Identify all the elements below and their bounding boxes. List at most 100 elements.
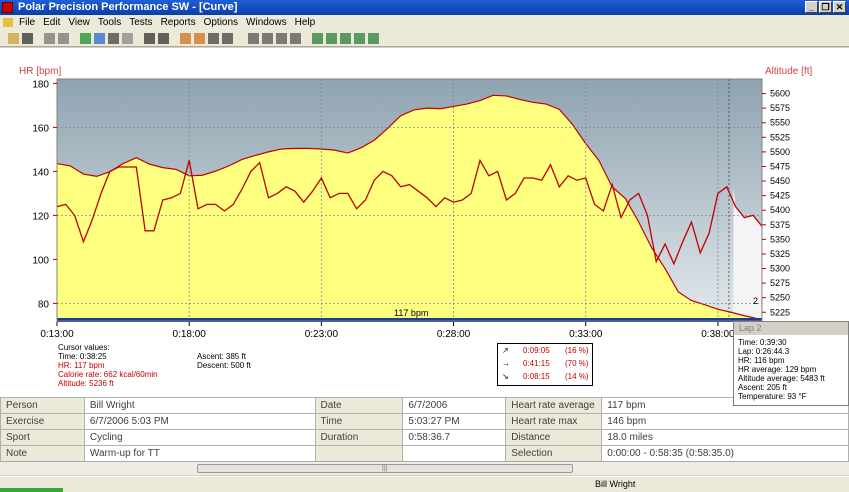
- close-button[interactable]: ✕: [833, 1, 846, 13]
- info-value: Cycling: [83, 429, 316, 446]
- menu-windows[interactable]: Windows: [242, 15, 291, 30]
- y-right-tick-label: 5550: [770, 118, 790, 128]
- lap-time: Time: 0:39:30: [738, 338, 787, 347]
- toolbar: [0, 30, 849, 47]
- ascent-descent: Ascent: 385 ft Descent: 500 ft: [197, 343, 251, 370]
- info-value: 0:00:00 - 0:58:35 (0:58:35.0): [601, 445, 849, 462]
- y-right-tick-label: 5475: [770, 161, 790, 171]
- hx-icon[interactable]: [208, 33, 219, 44]
- document-icon[interactable]: [3, 18, 13, 27]
- zone-percent: (16 %): [565, 346, 589, 355]
- lap-marker-label: 2: [753, 296, 758, 306]
- lap-title: Lap 2: [734, 322, 848, 335]
- menu-tools[interactable]: Tools: [94, 15, 125, 30]
- menu-edit[interactable]: Edit: [39, 15, 64, 30]
- y-left-tick-label: 120: [32, 211, 49, 222]
- bar-icon[interactable]: [194, 33, 205, 44]
- chart1-icon[interactable]: [312, 33, 323, 44]
- filter-icon[interactable]: [290, 33, 301, 44]
- info-value: 18.0 miles: [601, 429, 849, 446]
- chart5-icon[interactable]: [368, 33, 379, 44]
- open-icon[interactable]: [8, 33, 19, 44]
- wand-icon[interactable]: [122, 33, 133, 44]
- exercise-icon[interactable]: [80, 33, 91, 44]
- status-user: Bill Wright: [595, 479, 636, 489]
- status-bar: Bill Wright: [0, 476, 849, 492]
- save-icon[interactable]: [22, 33, 33, 44]
- y-right-tick-label: 5575: [770, 103, 790, 113]
- cursor-calorie: Calorie rate: 662 kcal/60min: [58, 370, 158, 379]
- print-icon[interactable]: [44, 33, 55, 44]
- info-value: 6/7/2006: [402, 397, 507, 414]
- scrollbar-thumb[interactable]: |||: [197, 464, 573, 473]
- y-right-tick-label: 5300: [770, 264, 790, 274]
- menu-view[interactable]: View: [64, 15, 94, 30]
- app-window: Polar Precision Performance SW - [Curve]…: [0, 0, 849, 492]
- app-logo-icon: [2, 2, 13, 13]
- info-row: Exercise 6/7/2006 5:03 PM Time 5:03:27 PM He…: [0, 413, 849, 430]
- menu-help[interactable]: Help: [291, 15, 320, 30]
- cursor-descent: Descent: 500 ft: [197, 361, 251, 370]
- user-icon[interactable]: [108, 33, 119, 44]
- lap-hr: HR: 116 bpm: [738, 356, 785, 365]
- menu-options[interactable]: Options: [200, 15, 242, 30]
- y-left-tick-label: 180: [32, 79, 49, 90]
- maximize-button[interactable]: ❐: [819, 1, 832, 13]
- zone-time: 0:41:15: [523, 359, 550, 368]
- y-left-tick-label: 100: [32, 255, 49, 266]
- zoom-in-icon[interactable]: [262, 33, 273, 44]
- y-right-label: Altitude [ft]: [765, 66, 812, 77]
- info-label: Heart rate average: [505, 397, 603, 414]
- menu-tests[interactable]: Tests: [125, 15, 156, 30]
- zone-percent: (70 %): [565, 359, 589, 368]
- menu-file[interactable]: File: [15, 15, 39, 30]
- info-label: Date: [314, 397, 404, 414]
- info-value: Warm-up for TT: [83, 445, 316, 462]
- zoom-icon[interactable]: [248, 33, 259, 44]
- menu-bar: File Edit View Tools Tests Reports Options Wind…: [0, 15, 849, 41]
- grid-icon[interactable]: [158, 33, 169, 44]
- y-left-tick-label: 140: [32, 167, 49, 178]
- menu-reports[interactable]: Reports: [157, 15, 200, 30]
- window-icon[interactable]: [144, 33, 155, 44]
- globe-icon[interactable]: [94, 33, 105, 44]
- info-value: 0:58:36.7: [402, 429, 507, 446]
- y-right-tick-label: 5250: [770, 293, 790, 303]
- status-progress: [0, 488, 63, 492]
- baseline-label: 117 bpm: [394, 308, 428, 318]
- info-value: 6/7/2006 5:03 PM: [83, 413, 316, 430]
- y-left-tick-label: 80: [38, 299, 50, 310]
- info-label: Sport: [0, 429, 85, 446]
- chart3-icon[interactable]: [340, 33, 351, 44]
- cursor-time: Time: 0:38:25: [58, 352, 107, 361]
- info-label: Note: [0, 445, 85, 462]
- info-label: Heart rate max: [505, 413, 603, 430]
- chart4-icon[interactable]: [354, 33, 365, 44]
- info-value: Bill Wright: [83, 397, 316, 414]
- info-label: Exercise: [0, 413, 85, 430]
- curve-icon[interactable]: [180, 33, 191, 44]
- y-right-tick-label: 5275: [770, 278, 790, 288]
- y-right-tick-label: 5325: [770, 249, 790, 259]
- table-icon[interactable]: [222, 33, 233, 44]
- x-tick-label: 0:38:00: [701, 329, 735, 340]
- y-right-tick-label: 5350: [770, 234, 790, 244]
- cursor-heading: Cursor values:: [58, 343, 110, 352]
- copy-icon[interactable]: [58, 33, 69, 44]
- zone-row-flat: → 0:41:15 (70 %): [498, 357, 592, 370]
- chart2-icon[interactable]: [326, 33, 337, 44]
- x-tick-label: 0:33:00: [569, 329, 603, 340]
- info-row: Note Warm-up for TT Selection 0:00:00 - 0:5…: [0, 445, 849, 462]
- lap-lap: Lap: 0:26:44.3: [738, 347, 790, 356]
- zone-percent: (14 %): [565, 372, 589, 381]
- x-tick-label: 0:28:00: [437, 329, 471, 340]
- zone-time: 0:09:05: [523, 346, 550, 355]
- horizontal-scrollbar[interactable]: |||: [0, 461, 849, 475]
- zoom-out-icon[interactable]: [276, 33, 287, 44]
- x-tick-label: 0:18:00: [173, 329, 207, 340]
- cursor-values: Cursor values: Time: 0:38:25 HR: 117 bpm…: [58, 343, 158, 388]
- info-label: Time: [314, 413, 404, 430]
- y-right-tick-label: 5525: [770, 132, 790, 142]
- minimize-button[interactable]: _: [805, 1, 818, 13]
- cursor-ascent: Ascent: 385 ft: [197, 352, 246, 361]
